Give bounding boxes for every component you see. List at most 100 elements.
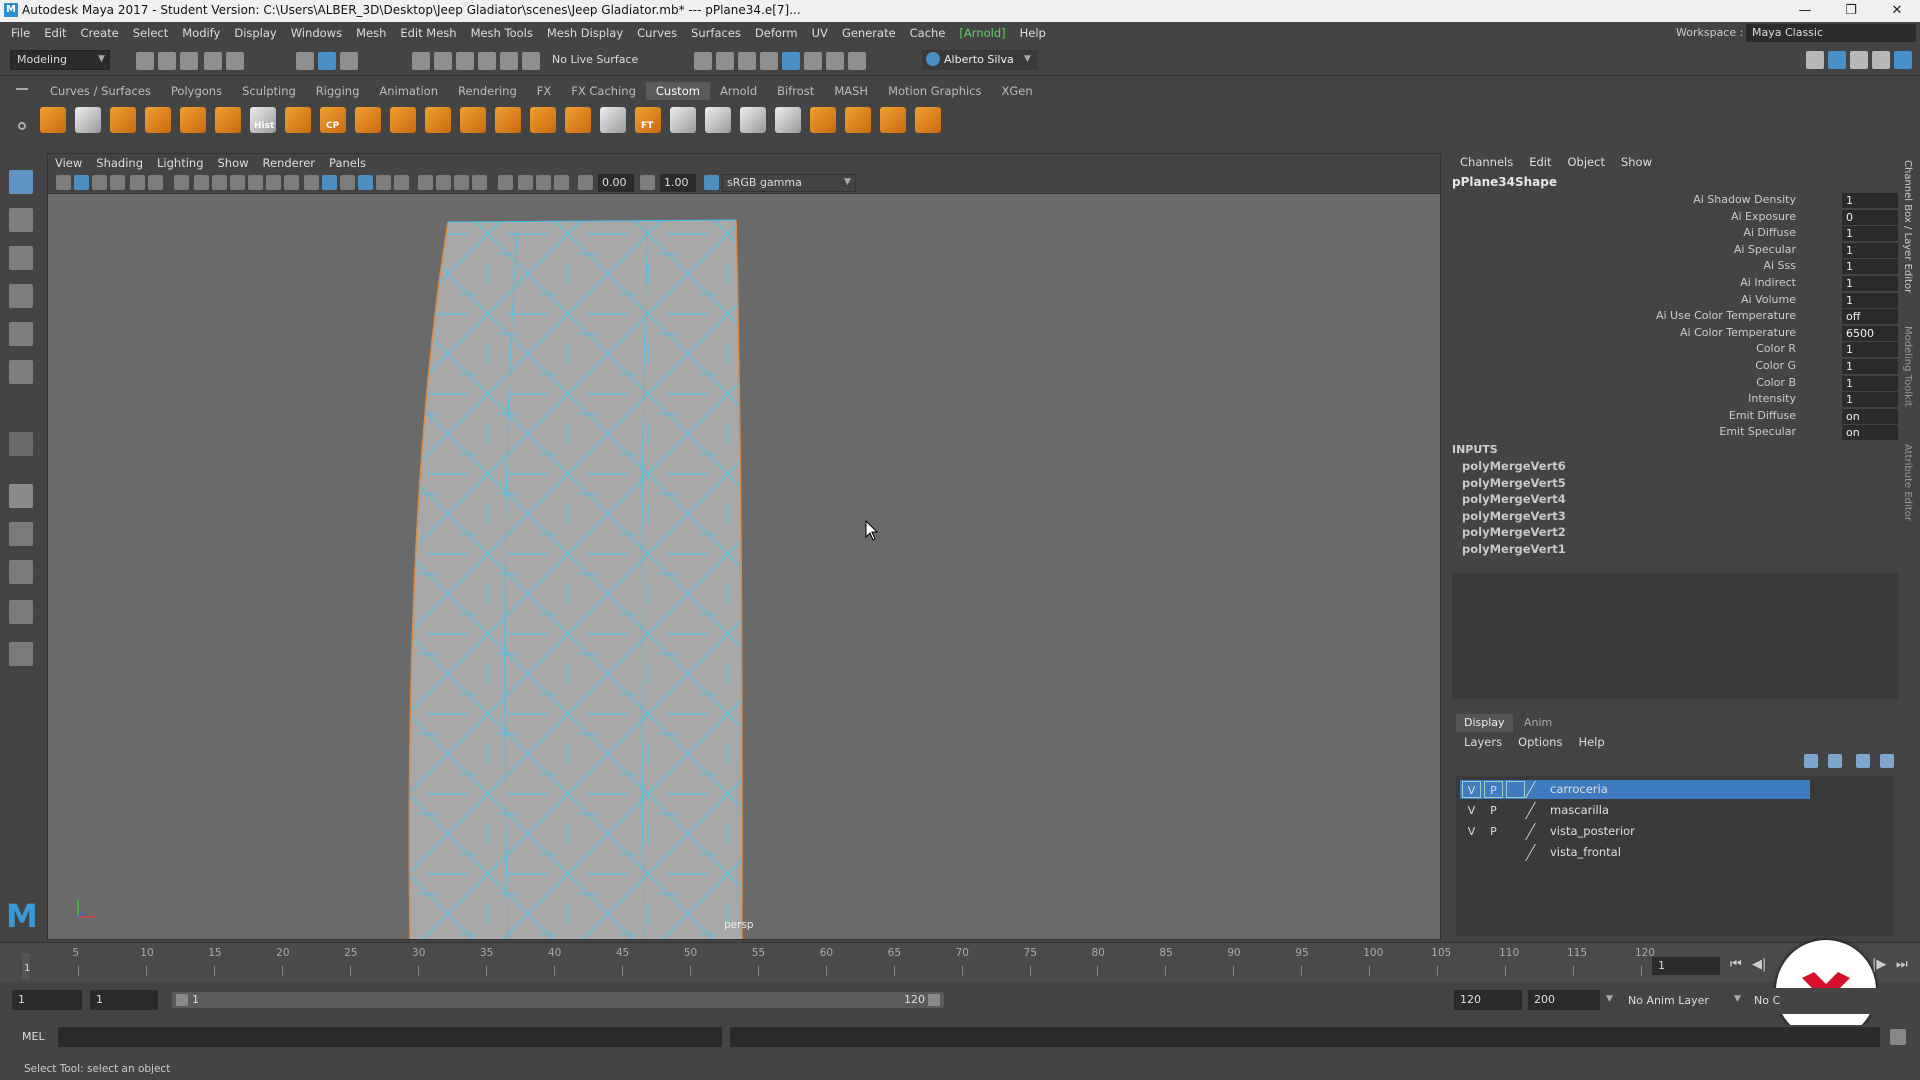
layer-color-swatch-icon[interactable] bbox=[1525, 781, 1547, 798]
select-component-icon[interactable] bbox=[340, 52, 358, 70]
anim-layer-dropdown[interactable]: No Anim Layer bbox=[1624, 992, 1744, 1010]
xray-joints-icon[interactable] bbox=[554, 175, 569, 190]
torus-icon[interactable] bbox=[530, 107, 556, 133]
shelf-tab-sculpting[interactable]: Sculpting bbox=[232, 82, 306, 100]
menu-create[interactable]: Create bbox=[74, 22, 126, 44]
shelf-tab-rendering[interactable]: Rendering bbox=[448, 82, 527, 100]
menu-generate[interactable]: Generate bbox=[835, 22, 903, 44]
pencil-icon[interactable] bbox=[600, 107, 626, 133]
close-icon[interactable]: ✕ bbox=[1874, 0, 1920, 22]
attribute-value[interactable]: on bbox=[1842, 408, 1898, 424]
workspace-dropdown[interactable]: Maya Classic bbox=[1746, 24, 1916, 42]
menu-modify[interactable]: Modify bbox=[175, 22, 227, 44]
hypershade-icon[interactable] bbox=[782, 52, 800, 70]
menu-display[interactable]: Display bbox=[227, 22, 283, 44]
scene-start-field[interactable]: 1 bbox=[12, 990, 82, 1010]
cube-icon[interactable] bbox=[460, 107, 486, 133]
menu-mesh-display[interactable]: Mesh Display bbox=[540, 22, 630, 44]
move-layer-down-icon[interactable] bbox=[1828, 754, 1842, 768]
command-input[interactable] bbox=[58, 1027, 722, 1047]
ipr-render-icon[interactable] bbox=[738, 52, 756, 70]
layer-playback-toggle[interactable]: P bbox=[1484, 823, 1503, 840]
extrude-icon[interactable] bbox=[110, 107, 136, 133]
grease-pencil-icon[interactable] bbox=[148, 175, 163, 190]
toggle-attribute-editor-icon[interactable] bbox=[1828, 51, 1846, 69]
select-object-icon[interactable] bbox=[318, 52, 336, 70]
viewport-menu-view[interactable]: View bbox=[48, 154, 89, 172]
menu-arnold[interactable]: [Arnold] bbox=[952, 22, 1012, 44]
color-space-dropdown[interactable]: sRGB gamma bbox=[722, 174, 856, 192]
shelf-settings-icon[interactable] bbox=[18, 122, 26, 130]
render-frame-icon[interactable] bbox=[694, 52, 712, 70]
attribute-value[interactable]: 1 bbox=[1842, 276, 1898, 291]
mode-dropdown[interactable]: Modeling bbox=[10, 50, 110, 70]
redo-icon[interactable] bbox=[226, 52, 244, 70]
menu-edit[interactable]: Edit bbox=[37, 22, 73, 44]
input-node-item[interactable]: polyMergeVert1 bbox=[1462, 542, 1566, 556]
scale-tool-icon[interactable] bbox=[9, 360, 33, 384]
stack-icon[interactable] bbox=[740, 107, 766, 133]
tab-display[interactable]: Display bbox=[1456, 714, 1513, 732]
step-forward-icon[interactable]: |▶ bbox=[1872, 957, 1886, 972]
toggle-tool-settings-icon[interactable] bbox=[1850, 51, 1868, 69]
go-to-end-icon[interactable]: ⏭ bbox=[1896, 957, 1908, 972]
viewport-menu-renderer[interactable]: Renderer bbox=[256, 154, 323, 172]
isolate-select-icon[interactable] bbox=[498, 175, 513, 190]
channel-box-menu-show[interactable]: Show bbox=[1613, 153, 1660, 171]
menu-edit-mesh[interactable]: Edit Mesh bbox=[393, 22, 463, 44]
append-icon[interactable] bbox=[145, 107, 171, 133]
boolean-icon[interactable] bbox=[810, 107, 836, 133]
toggle-channel-box-icon[interactable] bbox=[1894, 51, 1912, 69]
insert-edge-loop-icon[interactable] bbox=[390, 107, 416, 133]
resolution-gate-icon[interactable] bbox=[212, 175, 227, 190]
tire-mesh[interactable] bbox=[48, 194, 1440, 939]
shelf-tab-custom[interactable]: Custom bbox=[645, 82, 710, 100]
input-node-item[interactable]: polyMergeVert4 bbox=[1462, 492, 1566, 506]
select-hierarchy-icon[interactable] bbox=[296, 52, 314, 70]
bridge-icon[interactable] bbox=[355, 107, 381, 133]
snap-surface-icon[interactable] bbox=[500, 52, 518, 70]
poly-tool-icon[interactable] bbox=[40, 107, 66, 133]
four-view-layout-icon[interactable] bbox=[9, 560, 33, 584]
gate-mask-icon[interactable] bbox=[230, 175, 245, 190]
box-icon[interactable] bbox=[495, 107, 521, 133]
layer-display-type-toggle[interactable] bbox=[1506, 781, 1525, 798]
layer-menu-help[interactable]: Help bbox=[1570, 734, 1612, 750]
layer-visibility-toggle[interactable]: V bbox=[1462, 823, 1481, 840]
separate-icon[interactable] bbox=[215, 107, 241, 133]
viewport-menu-panels[interactable]: Panels bbox=[322, 154, 373, 172]
attribute-value[interactable]: 1 bbox=[1842, 359, 1898, 374]
layer-playback-toggle[interactable] bbox=[1484, 844, 1503, 861]
save-scene-icon[interactable] bbox=[180, 52, 198, 70]
anti-aliasing-icon[interactable] bbox=[454, 175, 469, 190]
layer-row[interactable]: vista_frontal bbox=[1460, 843, 1810, 862]
viewport-panel[interactable]: View Shading Lighting Show Renderer Panels 0.… bbox=[47, 153, 1441, 940]
attribute-value[interactable]: 1 bbox=[1842, 342, 1898, 358]
time-slider[interactable]: 5 10 15 20 25 30 35 40 45 50 55 60 65 70 75 80 85 90 95 100… bbox=[0, 942, 1920, 982]
menu-uv[interactable]: UV bbox=[805, 22, 835, 44]
safe-action-icon[interactable] bbox=[266, 175, 281, 190]
input-node-item[interactable]: polyMergeVert5 bbox=[1462, 476, 1566, 490]
diamond-icon[interactable] bbox=[670, 107, 696, 133]
xray-active-icon[interactable] bbox=[536, 175, 551, 190]
history-button[interactable]: Hist bbox=[250, 107, 276, 133]
sphere-icon[interactable] bbox=[845, 107, 871, 133]
attribute-value[interactable]: 1 bbox=[1842, 226, 1898, 242]
grid-icon[interactable] bbox=[174, 175, 189, 190]
tab-channel-box-layer-editor[interactable]: Channel Box / Layer Editor bbox=[1902, 160, 1913, 293]
attribute-row[interactable]: Ai Diffuse 1 bbox=[1452, 226, 1898, 243]
wireframe-on-shaded-icon[interactable] bbox=[340, 175, 355, 190]
attribute-row[interactable]: Ai Use Color Temperature off bbox=[1452, 309, 1898, 326]
user-account-button[interactable]: Alberto Silva ▼ bbox=[922, 50, 1038, 70]
attribute-value[interactable]: on bbox=[1842, 425, 1898, 441]
channel-box-menu-object[interactable]: Object bbox=[1560, 153, 1613, 171]
attribute-row[interactable]: Ai Sss 1 bbox=[1452, 259, 1898, 276]
character-set-dropdown[interactable]: No C bbox=[1754, 992, 1794, 1010]
scene-end-field[interactable]: 200 bbox=[1528, 990, 1600, 1010]
playback-end-field[interactable]: 120 bbox=[1454, 990, 1522, 1010]
layer-visibility-toggle[interactable]: V bbox=[1462, 781, 1481, 798]
attribute-row[interactable]: Emit Diffuse on bbox=[1452, 408, 1898, 426]
lasso-tool-icon[interactable] bbox=[9, 208, 33, 232]
layer-playback-toggle[interactable]: P bbox=[1484, 802, 1503, 819]
attribute-row[interactable]: Color B 1 bbox=[1452, 375, 1898, 393]
